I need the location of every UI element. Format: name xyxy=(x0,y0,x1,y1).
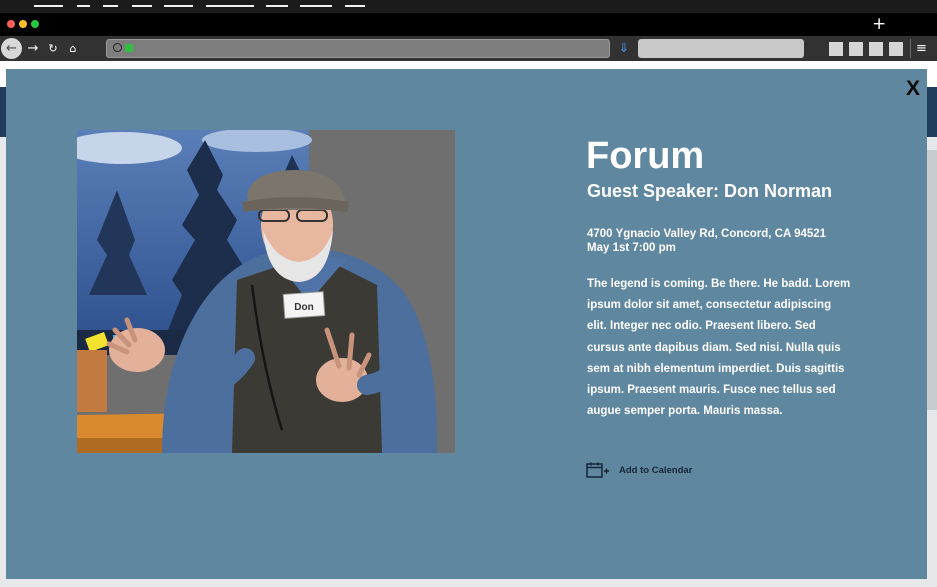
address-bar[interactable] xyxy=(106,39,610,58)
calendar-add-icon xyxy=(586,462,609,478)
extension-icon[interactable] xyxy=(829,42,843,56)
os-menubar xyxy=(0,0,937,13)
menu-item[interactable] xyxy=(34,5,63,7)
home-icon[interactable]: ⌂ xyxy=(66,40,80,57)
add-to-calendar-link[interactable]: Add to Calendar xyxy=(586,461,692,479)
event-subtitle: Guest Speaker: Don Norman xyxy=(587,181,833,201)
download-icon[interactable]: ⇓ xyxy=(617,40,631,57)
browser-toolbar: ← → ↻ ⌂ ⇓ ≡ xyxy=(0,36,937,61)
window-close-button[interactable] xyxy=(7,20,15,28)
back-arrow-icon[interactable]: ← xyxy=(1,38,22,59)
menu-item[interactable] xyxy=(77,5,90,7)
event-address: 4700 Ygnacio Valley Rd, Concord, CA 9452… xyxy=(587,228,827,240)
menu-item[interactable] xyxy=(132,5,152,7)
forward-arrow-icon[interactable]: → xyxy=(25,40,41,57)
extension-icon[interactable] xyxy=(869,42,883,56)
extension-icon[interactable] xyxy=(849,42,863,56)
event-datetime: May 1st 7:00 pm xyxy=(587,242,676,254)
menu-item[interactable] xyxy=(300,5,332,7)
name-badge-text: Don xyxy=(294,302,313,313)
window-minimize-button[interactable] xyxy=(19,20,27,28)
close-icon[interactable]: X xyxy=(903,78,923,100)
event-description: The legend is coming. Be there. He badd.… xyxy=(587,278,851,418)
browser-tab-strip: + xyxy=(0,13,937,36)
hamburger-menu-icon[interactable]: ≡ xyxy=(916,39,927,58)
toolbar-divider xyxy=(910,39,911,58)
event-title: Forum xyxy=(586,135,705,177)
speaker-photo: Don xyxy=(77,130,455,453)
extension-icon[interactable] xyxy=(889,42,903,56)
new-tab-button[interactable]: + xyxy=(872,14,886,34)
search-bar[interactable] xyxy=(638,39,804,58)
reload-icon[interactable]: ↻ xyxy=(46,40,60,57)
menu-item[interactable] xyxy=(206,5,254,7)
secure-lock-icon xyxy=(125,44,133,52)
menu-item[interactable] xyxy=(103,5,118,7)
menu-item[interactable] xyxy=(345,5,365,7)
window-zoom-button[interactable] xyxy=(31,20,39,28)
menu-item[interactable] xyxy=(266,5,288,7)
add-to-calendar-label: Add to Calendar xyxy=(619,464,693,476)
page-content-edge xyxy=(927,150,937,410)
site-info-icon[interactable] xyxy=(113,43,122,52)
menu-item[interactable] xyxy=(164,5,193,7)
